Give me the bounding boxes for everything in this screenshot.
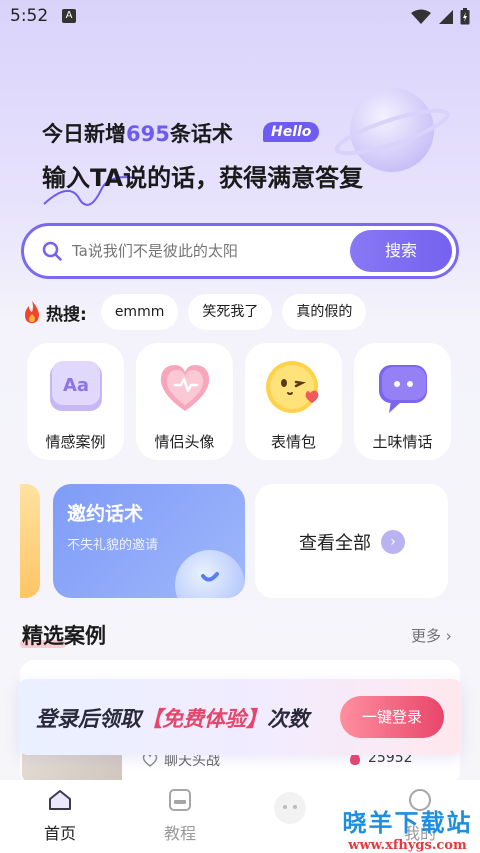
login-promo-banner: 登录后领取【免费体验】次数 一键登录 [18, 679, 462, 755]
tab-home-label: 首页 [43, 824, 76, 843]
category-cheesy-lines[interactable]: 土味情话 [354, 343, 451, 460]
more-label: 更多 [411, 627, 442, 645]
category-grid: Aa 情感案例 情侣头像 表情包 土味情话 [27, 343, 451, 460]
login-promo-suffix: 次数 [267, 707, 309, 731]
tab-home[interactable]: 首页 [20, 788, 100, 844]
invite-title: 邀约话术 [67, 503, 144, 525]
hot-chip-2[interactable]: 笑死我了 [188, 294, 273, 330]
heart-icon [160, 365, 210, 411]
status-icons [410, 8, 470, 25]
search-input[interactable] [72, 226, 352, 276]
category-label: 表情包 [270, 433, 316, 451]
search-bar: 搜索 [21, 223, 459, 279]
login-promo-text: 登录后领取【免费体验】次数 [36, 703, 309, 733]
home-icon [49, 790, 71, 810]
hot-chip-3[interactable]: 真的假的 [282, 294, 367, 330]
hero-headline: 今日新增695条话术 [42, 118, 233, 148]
watermark-name: 晓羊下载站 [342, 809, 473, 837]
hero-subheadline: 输入TA说的话，获得满意答复 [42, 164, 364, 192]
smile-bubble-icon [175, 550, 245, 598]
status-bar: 5:52 A [0, 0, 480, 34]
watermark-url: www.xfhygs.com [348, 838, 467, 853]
search-button[interactable]: 搜索 [350, 230, 452, 272]
view-all-label: 查看全部 [299, 533, 371, 554]
signal-icon [439, 9, 453, 24]
invite-script-card[interactable]: 邀约话术 不失礼貌的邀请 [53, 484, 245, 598]
login-promo-prefix: 登录后领取 [36, 707, 141, 731]
site-watermark: 晓羊下载站 www.xfhygs.com [335, 803, 480, 853]
hot-search-row: 热搜: emmm 笑死我了 真的假的 [22, 293, 376, 331]
wink-emoji-icon [266, 361, 319, 413]
section-title: 精选案例 [22, 624, 106, 648]
category-label: 情侣头像 [154, 433, 215, 451]
text-aa-icon: Aa [50, 361, 102, 411]
tab-center-mascot[interactable] [250, 788, 330, 832]
more-link[interactable]: 更多 › [411, 625, 452, 646]
chevron-right-icon: › [441, 627, 452, 645]
one-click-login-button[interactable]: 一键登录 [340, 696, 444, 738]
battery-icon [460, 8, 470, 25]
tab-tutorial[interactable]: 教程 [140, 788, 220, 844]
category-label: 土味情话 [372, 433, 433, 451]
hot-chip-1[interactable]: emmm [100, 294, 179, 330]
svg-text:Aa: Aa [63, 375, 89, 396]
hero-suffix: 条话术 [169, 122, 233, 146]
sheep-mascot-icon [274, 792, 306, 824]
chat-bubble-icon [379, 365, 427, 413]
category-emoji-pack[interactable]: 表情包 [245, 343, 342, 460]
wifi-icon [411, 9, 431, 24]
login-promo-highlight: 【免费体验】 [141, 707, 267, 731]
hero-count: 695 [126, 122, 170, 146]
book-icon [169, 789, 191, 811]
chevron-right-icon: › [381, 530, 405, 554]
view-all-card[interactable]: 查看全部 › [255, 484, 448, 598]
status-time: 5:52 [10, 6, 49, 26]
notification-badge: A [62, 9, 76, 23]
hero-prefix: 今日新增 [42, 122, 126, 146]
search-icon [42, 241, 62, 261]
hot-search-label: 热搜: [46, 304, 87, 325]
tab-tutorial-label: 教程 [163, 824, 196, 843]
category-couple-avatar[interactable]: 情侣头像 [136, 343, 233, 460]
category-label: 情感案例 [45, 433, 106, 451]
invite-subtitle: 不失礼貌的邀请 [67, 538, 159, 553]
category-emotion-cases[interactable]: Aa 情感案例 [27, 343, 124, 460]
hello-badge: Hello [263, 122, 320, 142]
carousel-prev-card[interactable] [20, 484, 40, 598]
heart-outline-icon [142, 753, 158, 767]
fire-icon [25, 301, 39, 323]
